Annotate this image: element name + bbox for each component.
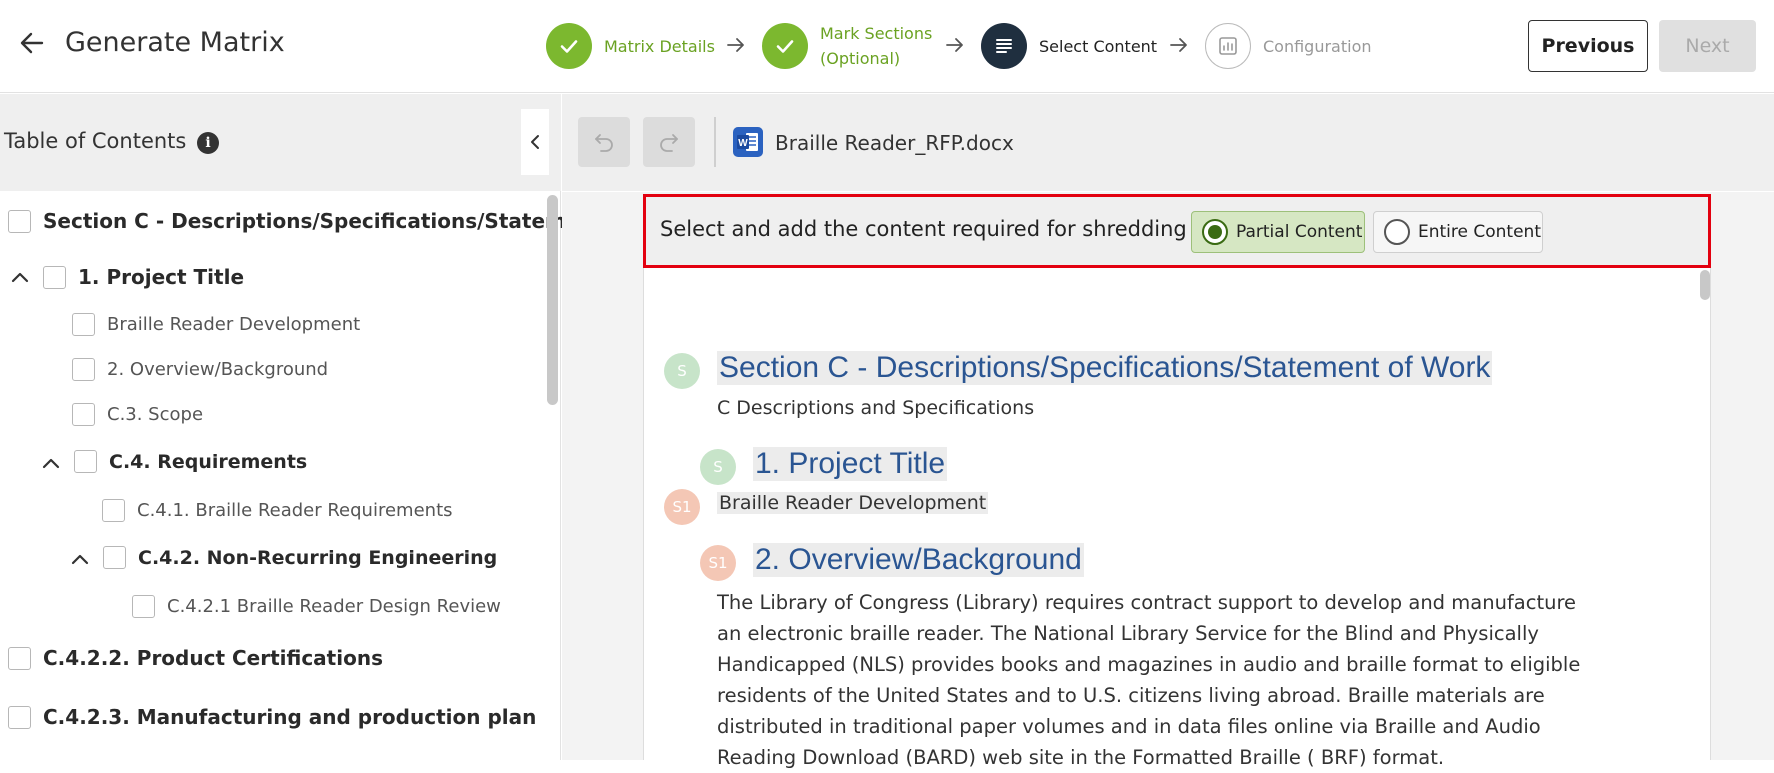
next-button[interactable]: Next bbox=[1659, 20, 1756, 72]
section-badge[interactable]: S bbox=[700, 449, 736, 485]
checkmark-icon bbox=[546, 23, 592, 69]
doc-heading-section-c[interactable]: Section C - Descriptions/Specifications/… bbox=[717, 351, 1493, 385]
checkbox[interactable] bbox=[74, 450, 97, 473]
checkbox[interactable] bbox=[72, 403, 95, 426]
section-badge[interactable]: S bbox=[664, 353, 700, 389]
document-filename: Braille Reader_RFP.docx bbox=[775, 131, 1014, 155]
toc-item[interactable]: C.4. Requirements bbox=[74, 450, 307, 473]
shredding-label: Select and add the content required for … bbox=[660, 217, 1187, 241]
checkbox[interactable] bbox=[102, 499, 125, 522]
toolbar-divider bbox=[714, 117, 716, 167]
doc-paragraph: The Library of Congress (Library) requir… bbox=[717, 591, 1581, 769]
toc-item[interactable]: C.4.2. Non-Recurring Engineering bbox=[103, 546, 497, 569]
arrow-right-icon bbox=[727, 38, 744, 52]
radio-selected-icon bbox=[1202, 219, 1228, 245]
toc-item-label: C.4.2.3. Manufacturing and production pl… bbox=[43, 705, 537, 729]
step-label: Select Content bbox=[1039, 36, 1158, 56]
checkmark-icon bbox=[762, 23, 808, 69]
undo-button[interactable] bbox=[578, 117, 630, 167]
step-label-line2: (Optional) bbox=[820, 49, 901, 68]
step-matrix-details[interactable]: Matrix Details bbox=[546, 22, 715, 70]
toc-title: Table of Contents bbox=[4, 129, 187, 153]
redo-icon bbox=[660, 134, 678, 152]
top-header: Generate Matrix Matrix Details Mark Sect… bbox=[0, 0, 1774, 93]
toc-item-label: C.4.2.2. Product Certifications bbox=[43, 646, 383, 670]
toc-item-label: Section C - Descriptions/Specifications/… bbox=[43, 209, 600, 233]
chevron-up-icon[interactable] bbox=[41, 454, 61, 474]
toc-item[interactable]: C.4.2.1 Braille Reader Design Review bbox=[132, 595, 501, 618]
toc-item[interactable]: C.4.2.3. Manufacturing and production pl… bbox=[8, 705, 536, 729]
checkbox[interactable] bbox=[72, 313, 95, 336]
radio-unselected-icon bbox=[1384, 219, 1410, 245]
back-arrow-icon[interactable] bbox=[18, 29, 46, 57]
toc-item-label: C.4.2. Non-Recurring Engineering bbox=[138, 546, 498, 569]
toc-item[interactable]: 1. Project Title bbox=[43, 265, 244, 289]
step-label: Mark Sections (Optional) bbox=[820, 21, 932, 71]
toc-item[interactable]: C.4.1. Braille Reader Requirements bbox=[102, 499, 453, 522]
doc-heading-overview[interactable]: 2. Overview/Background bbox=[753, 543, 1084, 577]
doc-subtext-highlighted[interactable]: Braille Reader Development bbox=[717, 492, 989, 514]
checkbox[interactable] bbox=[8, 209, 31, 233]
page-title: Generate Matrix bbox=[65, 27, 285, 58]
chevron-up-icon[interactable] bbox=[70, 550, 90, 570]
step-label: Matrix Details bbox=[604, 36, 715, 56]
doc-heading-project-title[interactable]: 1. Project Title bbox=[753, 447, 948, 481]
subsection-badge[interactable]: S1 bbox=[664, 489, 700, 525]
step-mark-sections[interactable]: Mark Sections (Optional) bbox=[762, 22, 932, 70]
radio-label: Entire Content bbox=[1418, 222, 1541, 242]
checkbox[interactable] bbox=[8, 646, 31, 670]
chevron-up-icon[interactable] bbox=[10, 268, 30, 288]
previous-button[interactable]: Previous bbox=[1528, 20, 1648, 72]
checkbox[interactable] bbox=[8, 705, 31, 729]
toc-item-label: Braille Reader Development bbox=[107, 314, 361, 335]
chevron-left-icon bbox=[531, 135, 539, 149]
chart-settings-icon bbox=[1205, 23, 1251, 69]
collapse-panel-button[interactable] bbox=[521, 109, 549, 175]
checkbox[interactable] bbox=[43, 265, 66, 289]
step-label: Configuration bbox=[1263, 36, 1372, 56]
toc-item[interactable]: Section C - Descriptions/Specifications/… bbox=[8, 209, 599, 233]
toc-item[interactable]: C.4.2.2. Product Certifications bbox=[8, 646, 383, 670]
svg-text:W: W bbox=[738, 138, 748, 149]
undo-icon bbox=[595, 134, 613, 152]
arrow-right-icon bbox=[1170, 38, 1187, 52]
document-lines-icon bbox=[981, 23, 1027, 69]
toc-item-label: C.4.1. Braille Reader Requirements bbox=[137, 500, 453, 521]
checkbox[interactable] bbox=[132, 595, 155, 618]
toc-item-label: 1. Project Title bbox=[78, 265, 245, 289]
subsection-badge[interactable]: S1 bbox=[700, 545, 736, 581]
checkbox[interactable] bbox=[103, 546, 126, 569]
checkbox[interactable] bbox=[72, 358, 95, 381]
step-configuration[interactable]: Configuration bbox=[1205, 22, 1372, 70]
word-doc-icon: W bbox=[733, 127, 763, 157]
toc-item-label: C.4. Requirements bbox=[109, 450, 308, 473]
toc-item[interactable]: Braille Reader Development bbox=[72, 313, 360, 336]
toc-item[interactable]: C.3. Scope bbox=[72, 403, 203, 426]
radio-label: Partial Content bbox=[1236, 222, 1363, 242]
step-select-content[interactable]: Select Content bbox=[981, 22, 1157, 70]
toc-item[interactable]: 2. Overview/Background bbox=[72, 358, 328, 381]
arrow-right-icon bbox=[946, 38, 963, 52]
toc-item-label: 2. Overview/Background bbox=[107, 359, 329, 380]
document-scrollbar[interactable] bbox=[1700, 270, 1710, 300]
entire-content-option[interactable]: Entire Content bbox=[1373, 211, 1543, 253]
table-of-contents-panel: Table of Contents i Section C - Descript… bbox=[0, 94, 599, 760]
partial-content-option[interactable]: Partial Content bbox=[1191, 211, 1365, 253]
toc-item-label: C.3. Scope bbox=[107, 404, 204, 425]
document-toolbar: W Braille Reader_RFP.docx bbox=[562, 94, 1774, 191]
toc-scrollbar[interactable] bbox=[547, 195, 558, 405]
redo-button[interactable] bbox=[643, 117, 695, 167]
toc-item-label: C.4.2.1 Braille Reader Design Review bbox=[167, 596, 501, 617]
toc-header: Table of Contents i bbox=[0, 94, 561, 191]
doc-subtext: C Descriptions and Specifications bbox=[717, 397, 1035, 419]
info-icon[interactable]: i bbox=[197, 132, 219, 154]
step-label-line1: Mark Sections bbox=[820, 24, 933, 43]
shredding-options-bar: Select and add the content required for … bbox=[643, 194, 1711, 268]
